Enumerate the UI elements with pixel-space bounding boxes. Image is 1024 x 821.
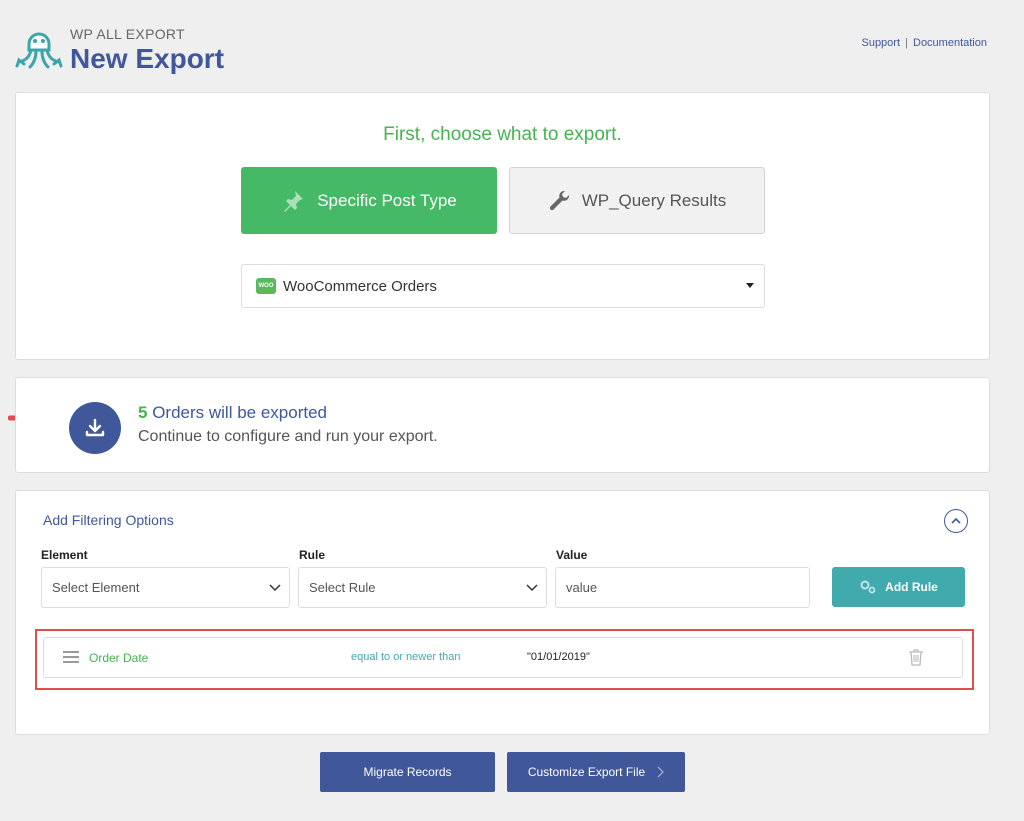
rule-element: Order Date — [89, 651, 149, 665]
specific-post-type-label: Specific Post Type — [317, 190, 457, 210]
chevron-down-icon — [269, 584, 281, 592]
pin-icon — [284, 190, 304, 212]
drag-handle-icon[interactable] — [63, 651, 79, 666]
add-rule-label: Add Rule — [885, 580, 938, 594]
help-links: Support | Documentation — [861, 37, 987, 49]
download-icon — [69, 402, 121, 454]
element-select-placeholder: Select Element — [52, 580, 140, 595]
wp-query-results-button[interactable]: WP_Query Results — [509, 167, 765, 234]
woocommerce-icon: WOO — [256, 278, 276, 294]
value-input[interactable]: value — [555, 567, 810, 608]
page-header: WP ALL EXPORT New Export Support | Docum… — [0, 0, 1024, 90]
support-link[interactable]: Support — [861, 37, 900, 49]
chevron-up-icon — [951, 517, 961, 524]
filtering-panel: Add Filtering Options Element Rule Value… — [15, 490, 990, 735]
gears-icon — [860, 580, 876, 594]
migrate-records-button[interactable]: Migrate Records — [320, 752, 495, 792]
collapse-button[interactable] — [944, 509, 968, 533]
filter-rule-row: Order Date equal to or newer than "01/01… — [43, 637, 963, 678]
dropdown-caret-icon — [746, 283, 754, 288]
wp-query-results-label: WP_Query Results — [581, 190, 727, 210]
rule-label: Rule — [299, 548, 326, 562]
post-type-select-value: WooCommerce Orders — [283, 277, 437, 295]
rule-select-placeholder: Select Rule — [309, 580, 376, 595]
element-select[interactable]: Select Element — [41, 567, 290, 608]
customize-export-file-button[interactable]: Customize Export File — [507, 752, 685, 792]
export-count-text: 5 Orders will be exported — [138, 403, 327, 423]
octopus-logo-icon — [15, 32, 63, 69]
export-count-panel: 5 Orders will be exported Continue to co… — [15, 377, 990, 473]
chevron-right-icon — [657, 766, 665, 778]
trash-icon[interactable] — [908, 648, 924, 666]
rule-value: "01/01/2019" — [527, 651, 590, 663]
value-input-placeholder: value — [566, 580, 598, 595]
wrench-icon — [549, 190, 569, 210]
filtering-title: Add Filtering Options — [43, 512, 174, 528]
specific-post-type-button[interactable]: Specific Post Type — [241, 167, 497, 234]
export-count-subtitle: Continue to configure and run your expor… — [138, 428, 438, 445]
rule-condition: equal to or newer than — [351, 651, 461, 663]
migrate-records-label: Migrate Records — [363, 765, 452, 779]
post-type-select[interactable]: WOO WooCommerce Orders — [241, 264, 765, 308]
brand-name: WP ALL EXPORT — [70, 26, 185, 42]
choose-heading: First, choose what to export. — [383, 124, 622, 145]
documentation-link[interactable]: Documentation — [913, 37, 987, 49]
add-rule-button[interactable]: Add Rule — [832, 567, 965, 607]
chevron-down-icon — [526, 584, 538, 592]
export-type-panel: First, choose what to export. Specific P… — [15, 92, 990, 360]
customize-export-file-label: Customize Export File — [527, 765, 646, 779]
export-count-label: Orders will be exported — [147, 403, 327, 422]
page-title: New Export — [70, 43, 225, 74]
link-separator: | — [905, 37, 908, 49]
element-label: Element — [41, 548, 88, 562]
value-label: Value — [556, 548, 588, 562]
rule-select[interactable]: Select Rule — [298, 567, 547, 608]
